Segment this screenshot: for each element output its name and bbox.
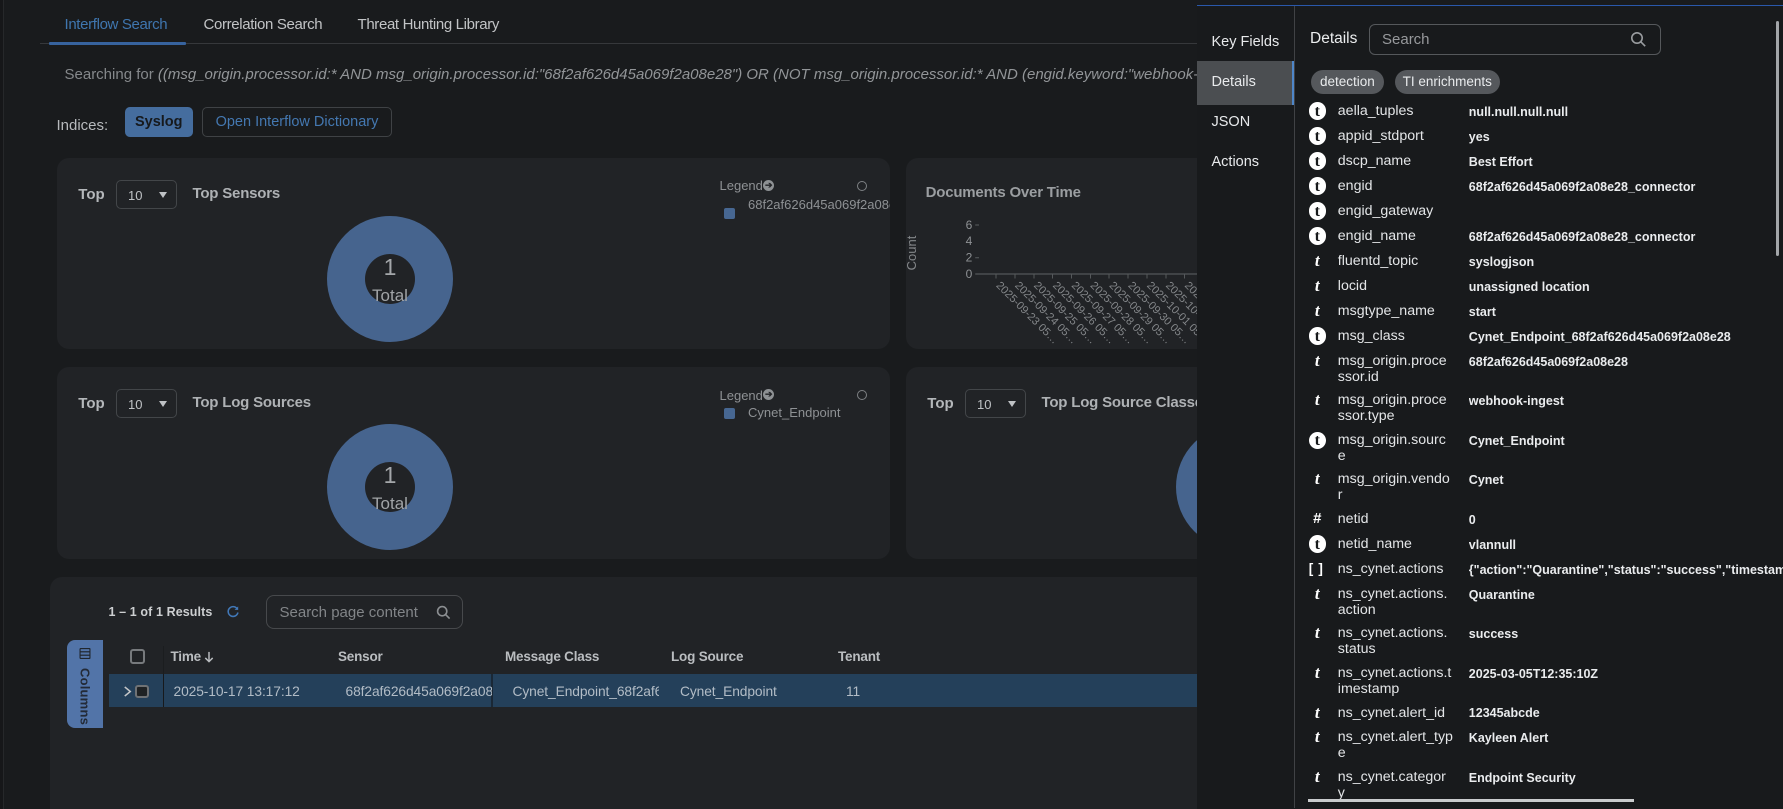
svg-text:6: 6 xyxy=(966,218,973,232)
svg-text:4: 4 xyxy=(966,234,973,248)
svg-text:0: 0 xyxy=(966,267,973,281)
svg-text:2: 2 xyxy=(966,250,973,264)
svg-text:Count: Count xyxy=(906,235,919,270)
